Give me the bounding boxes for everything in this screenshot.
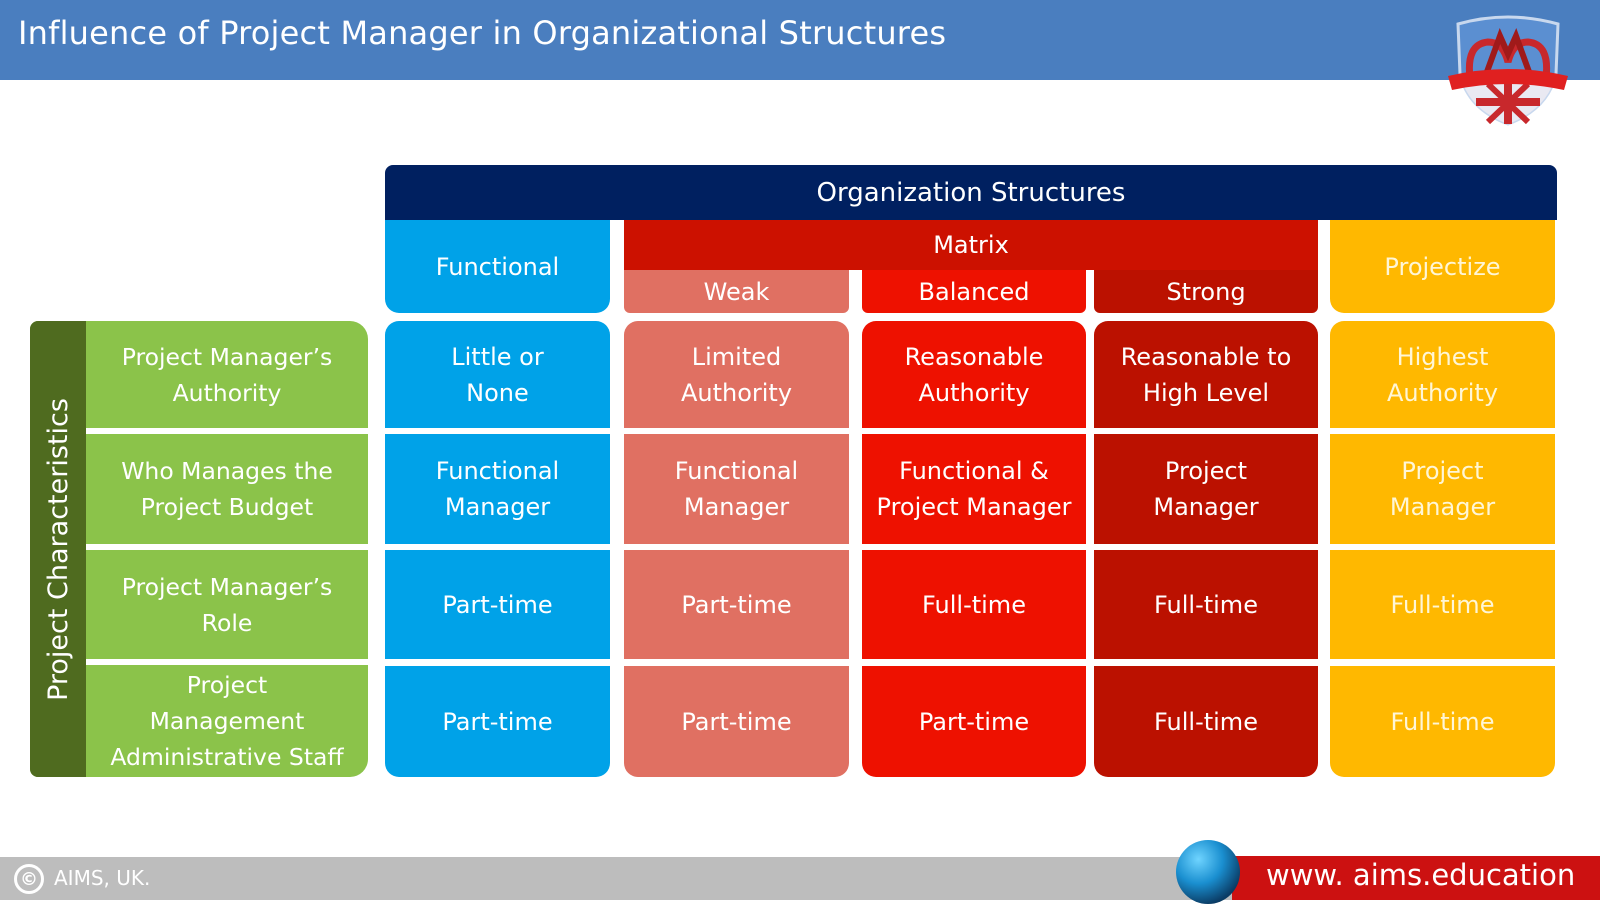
cell-role-functional: Part-time: [385, 550, 610, 659]
characteristic-authority: Project Manager’s Authority: [86, 321, 368, 428]
cell-text-line: Part-time: [918, 707, 1030, 736]
cell-text-line: Manager: [444, 493, 551, 521]
cell-text-line: Little or: [451, 342, 544, 371]
organization-structures-header: Organization Structures: [385, 165, 1557, 220]
cell-text-line: Authority: [918, 378, 1030, 407]
header-functional: Functional: [385, 220, 610, 313]
cell-text-line: Full-time: [1390, 707, 1495, 736]
cell-text-line: Full-time: [922, 590, 1026, 619]
characteristics-group-label: Project Characteristics: [30, 321, 86, 777]
cell-text-line: Project: [1164, 457, 1248, 485]
cell-admin-staff-projectize: Full-time: [1330, 666, 1555, 777]
cell-budget-projectize: Project Manager: [1330, 434, 1555, 544]
cell-admin-staff-weak: Part-time: [624, 666, 849, 777]
cell-text-line: Part-time: [681, 707, 792, 736]
cell-authority-functional: Little or None: [385, 321, 610, 428]
cell-role-projectize: Full-time: [1330, 550, 1555, 659]
cell-role-balanced: Full-time: [862, 550, 1086, 659]
characteristics-group-text: Project Characteristics: [42, 397, 74, 701]
cell-role-weak: Part-time: [624, 550, 849, 659]
characteristic-line: Project Manager’s: [121, 572, 333, 601]
cell-text-line: Manager: [683, 493, 790, 521]
cell-budget-weak: Functional Manager: [624, 434, 849, 544]
characteristic-line: Project Manager’s: [121, 342, 333, 371]
cell-text-line: Reasonable to: [1120, 342, 1292, 371]
cell-text-line: Functional: [435, 457, 560, 485]
characteristic-line: Management: [149, 707, 305, 735]
cell-budget-balanced: Functional & Project Manager: [862, 434, 1086, 544]
cell-authority-balanced: Reasonable Authority: [862, 321, 1086, 428]
header-strong-matrix: Strong: [1094, 270, 1318, 313]
header-projectize: Projectize: [1330, 220, 1555, 313]
cell-text-line: None: [466, 378, 529, 407]
cell-admin-staff-balanced: Part-time: [862, 666, 1086, 777]
cell-text-line: Part-time: [681, 590, 792, 619]
cell-admin-staff-functional: Part-time: [385, 666, 610, 777]
cell-text-line: Project: [1401, 457, 1484, 485]
cell-text-line: Full-time: [1390, 590, 1495, 619]
project-characteristics-panel: Project Characteristics Project Manager’…: [30, 321, 368, 777]
cell-text-line: Part-time: [442, 590, 553, 619]
characteristic-line: Project Budget: [140, 493, 314, 521]
cell-authority-strong: Reasonable to High Level: [1094, 321, 1318, 428]
cell-text-line: Reasonable: [904, 342, 1044, 371]
characteristic-line: Project: [186, 671, 268, 699]
header-balanced-matrix: Balanced: [862, 270, 1086, 313]
cell-authority-projectize: Highest Authority: [1330, 321, 1555, 428]
cell-role-strong: Full-time: [1094, 550, 1318, 659]
slide-title: Influence of Project Manager in Organiza…: [18, 14, 947, 52]
cell-text-line: Project Manager: [876, 493, 1072, 521]
copyright-text: AIMS, UK.: [54, 866, 151, 890]
cell-text-line: Authority: [680, 378, 793, 407]
header-weak-matrix: Weak: [624, 270, 849, 313]
cell-text-line: Manager: [1153, 493, 1259, 521]
cell-admin-staff-strong: Full-time: [1094, 666, 1318, 777]
cell-text-line: Manager: [1389, 493, 1496, 521]
cell-text-line: Authority: [1386, 378, 1499, 407]
cell-text-line: High Level: [1142, 378, 1270, 407]
cell-text-line: Full-time: [1154, 590, 1258, 619]
copyright-icon: ©: [14, 864, 44, 894]
cell-text-line: Limited: [691, 342, 782, 371]
cell-text-line: Functional &: [899, 457, 1049, 485]
website-link[interactable]: www. aims.education: [1266, 858, 1575, 892]
cell-budget-functional: Functional Manager: [385, 434, 610, 544]
cell-text-line: Functional: [674, 457, 799, 485]
cell-authority-weak: Limited Authority: [624, 321, 849, 428]
aims-logo-icon: [1448, 15, 1568, 126]
characteristic-line: Role: [201, 608, 253, 637]
characteristic-line: Authority: [172, 378, 282, 407]
characteristic-role: Project Manager’s Role: [86, 550, 368, 659]
characteristic-admin-staff: Project Management Administrative Staff: [86, 665, 368, 777]
cell-text-line: Part-time: [442, 707, 553, 736]
cell-budget-strong: Project Manager: [1094, 434, 1318, 544]
cell-text-line: Full-time: [1154, 707, 1258, 736]
globe-icon: [1176, 840, 1240, 904]
characteristic-line: Who Manages the: [121, 457, 333, 485]
cell-text-line: Highest: [1396, 342, 1489, 371]
characteristic-budget: Who Manages the Project Budget: [86, 434, 368, 544]
characteristic-line: Administrative Staff: [110, 743, 344, 771]
header-matrix: Matrix: [624, 220, 1318, 270]
